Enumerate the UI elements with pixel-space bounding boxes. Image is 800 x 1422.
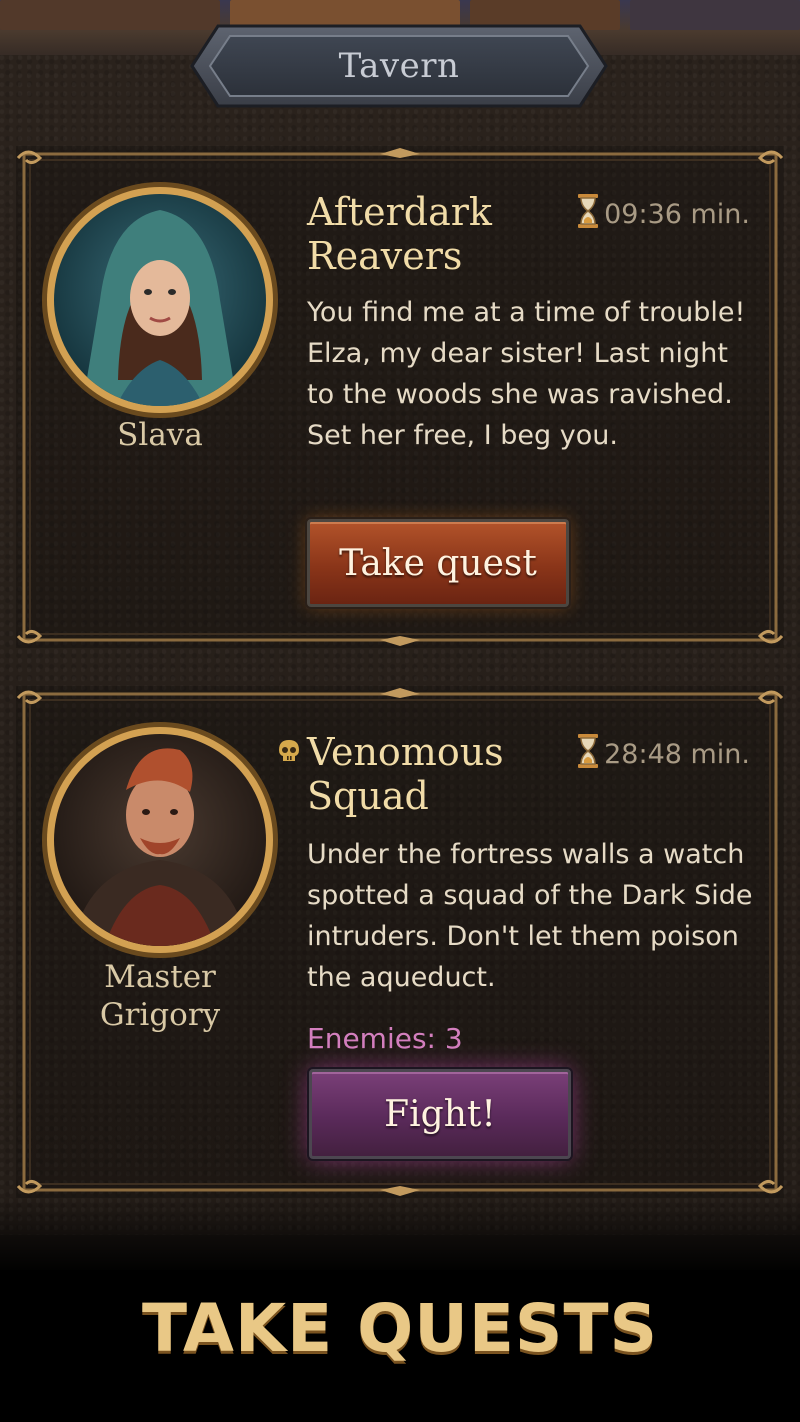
enemies-count: Enemies: 3 — [307, 1022, 463, 1055]
hourglass-icon — [578, 194, 599, 235]
promo-caption: TAKE QUESTS — [141, 1290, 659, 1367]
npc-portrait — [40, 720, 280, 960]
hourglass-icon — [578, 734, 599, 775]
quest-title-line: Venomous — [307, 730, 504, 774]
quest-title-line: Reavers — [307, 234, 463, 278]
take-quest-button[interactable]: Take quest — [307, 519, 569, 607]
quest-description: Under the fortress walls a watch spotted… — [307, 839, 753, 993]
quest-card: Slava Afterdark Reavers 09:36 min. You f… — [16, 146, 784, 648]
npc-name: Master Grigory — [40, 958, 280, 1034]
take-quest-label: Take quest — [339, 542, 537, 584]
quest-title-line: Afterdark — [307, 190, 492, 234]
npc-portrait — [40, 180, 280, 420]
quest-timer: 28:48 min. — [578, 734, 750, 775]
npc-name: Slava — [117, 417, 203, 453]
timer-text: 09:36 min. — [604, 199, 750, 230]
quest-timer: 09:36 min. — [578, 194, 750, 235]
fight-button[interactable]: Fight! — [309, 1069, 571, 1159]
page-title: Tavern — [338, 46, 460, 86]
skull-icon — [278, 739, 300, 767]
quest-description: You find me at a time of trouble! Elza, … — [307, 297, 746, 451]
timer-text: 28:48 min. — [604, 739, 750, 770]
title-plate: Tavern — [190, 24, 608, 108]
npc-name-line: Grigory — [99, 997, 221, 1033]
npc-name-line: Master — [104, 959, 216, 995]
quest-title: Afterdark Reavers — [307, 190, 557, 278]
bottom-fade — [0, 1195, 800, 1275]
fight-label: Fight! — [384, 1093, 496, 1135]
quest-card: Master Grigory Venomous Squad 28:48 min.… — [16, 686, 784, 1198]
quest-title: Venomous Squad — [307, 730, 557, 818]
quest-title-line: Squad — [307, 774, 429, 818]
